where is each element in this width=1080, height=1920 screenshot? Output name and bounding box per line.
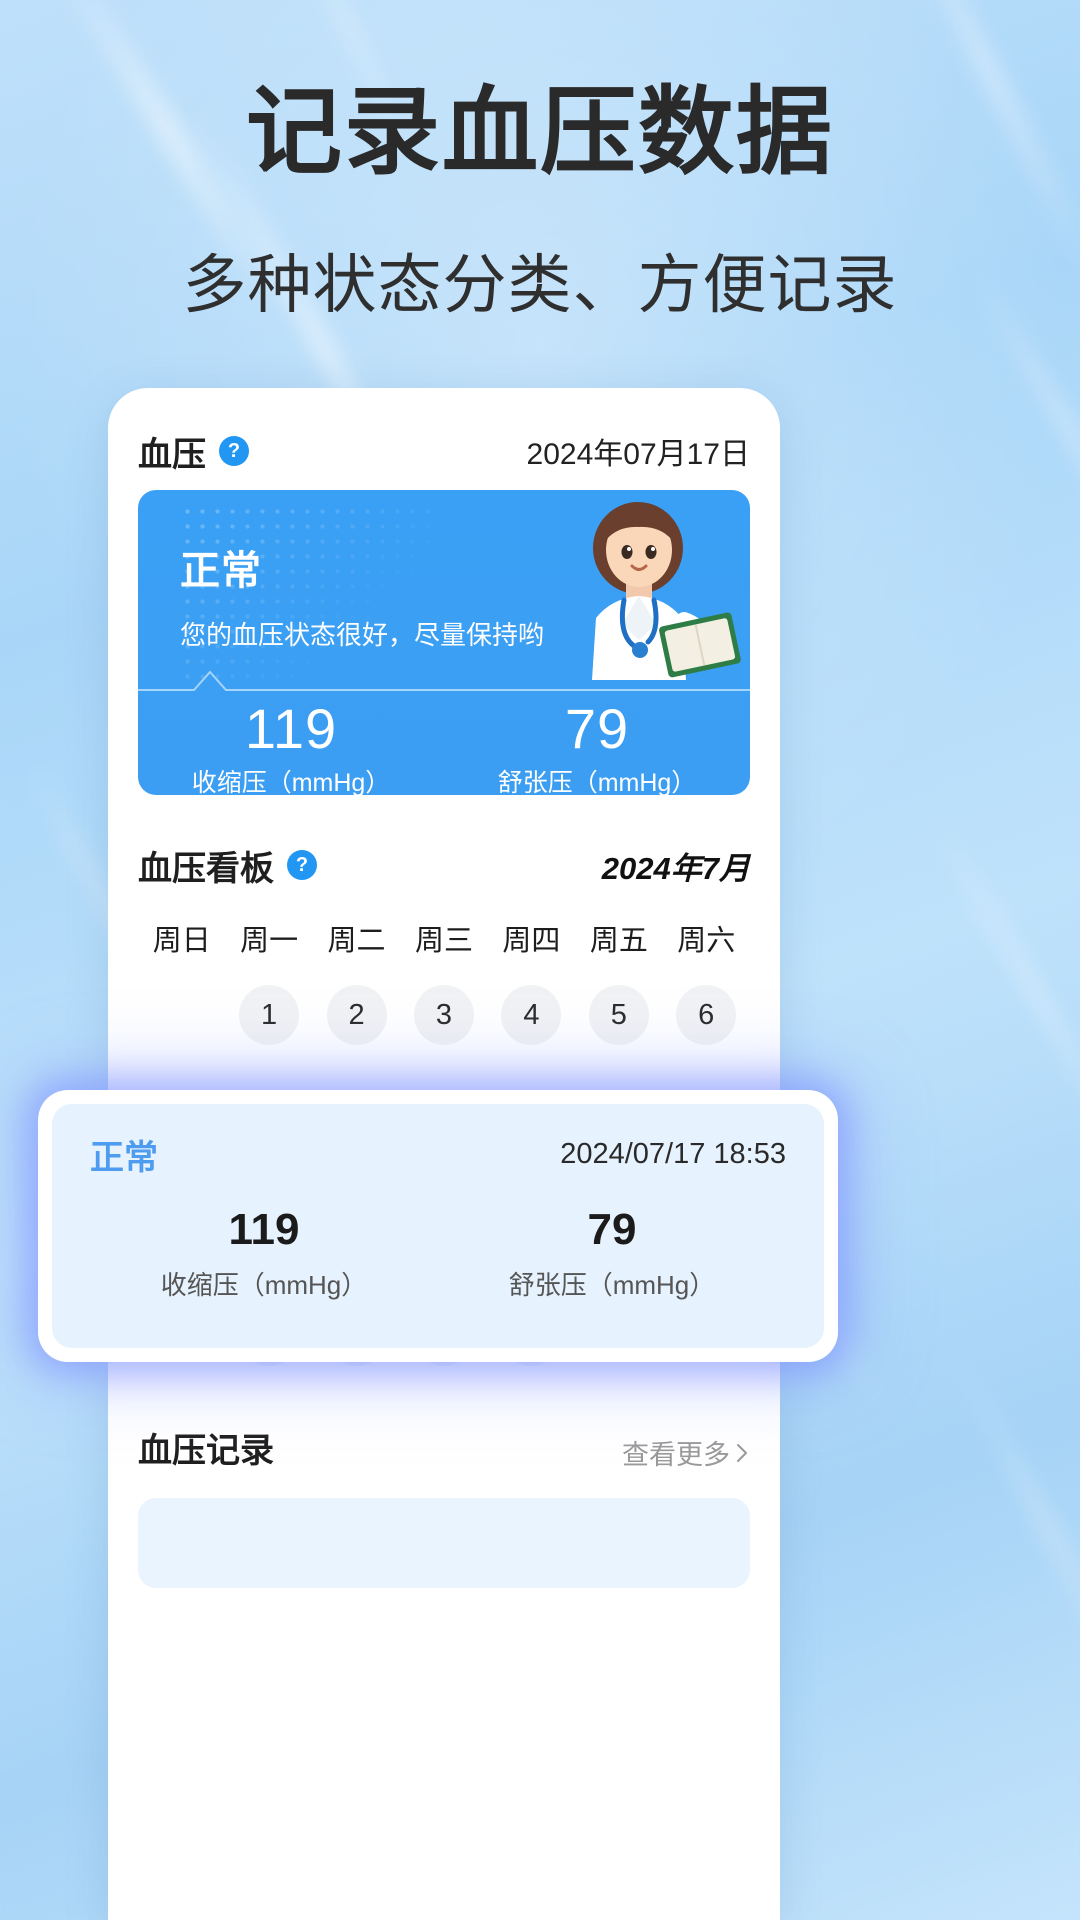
board-header: 血压看板 ? 2024年7月 xyxy=(138,835,750,895)
systolic-label: 收缩压（mmHg） xyxy=(191,768,391,795)
detail-systolic: 119 收缩压（mmHg） xyxy=(90,1205,438,1302)
calendar-day-cell[interactable]: 3 xyxy=(413,985,474,1045)
bp-status-card[interactable]: 正常 您的血压状态很好，尽量保持哟 119 收缩压（mmHg） 79 舒张压（m… xyxy=(138,490,750,795)
calendar-day-cell[interactable]: 2 xyxy=(326,985,387,1045)
detail-diastolic: 79 舒张压（mmHg） xyxy=(438,1205,786,1302)
record-section-header: 血压记录 查看更多 xyxy=(138,1423,750,1472)
diastolic-value: 79 xyxy=(564,697,630,760)
bp-status-message: 您的血压状态很好，尽量保持哟 xyxy=(180,620,545,650)
weekday-label: 周二 xyxy=(327,925,386,957)
bp-readings: 119 收缩压（mmHg） 79 舒张压（mmHg） xyxy=(138,697,750,795)
bp-status-label: 正常 xyxy=(180,549,262,593)
weekday-label: 周三 xyxy=(414,925,473,957)
question-mark-icon[interactable]: ? xyxy=(287,850,317,880)
detail-readings: 119 收缩压（mmHg） 79 舒张压（mmHg） xyxy=(90,1205,786,1302)
weekday-label: 周五 xyxy=(589,925,648,957)
view-more-label: 查看更多 xyxy=(622,1440,730,1470)
record-title: 血压记录 xyxy=(138,1432,274,1470)
record-list-item[interactable] xyxy=(138,1498,750,1588)
question-mark-icon[interactable]: ? xyxy=(219,436,249,466)
board-title: 血压看板 xyxy=(138,849,274,888)
highlighted-reading-card[interactable]: 正常 2024/07/17 18:53 119 收缩压（mmHg） 79 舒张压… xyxy=(38,1090,838,1362)
bp-card-header: 血压 ? 2024年07月17日 xyxy=(138,388,750,480)
doctor-illustration xyxy=(592,502,741,680)
bp-card-title: 血压 xyxy=(138,435,206,474)
detail-card-header: 正常 2024/07/17 18:53 xyxy=(90,1130,786,1179)
weekday-label: 周日 xyxy=(152,925,211,957)
calendar-day-cell[interactable]: 1 xyxy=(239,985,300,1045)
promo-headline: 记录血压数据 xyxy=(246,79,834,186)
promo-subheadline: 多种状态分类、方便记录 xyxy=(182,249,898,321)
systolic-value: 119 xyxy=(244,697,338,760)
calendar-day-cell[interactable]: 5 xyxy=(588,985,649,1045)
chevron-right-icon xyxy=(737,1443,747,1462)
systolic-reading: 119 收缩压（mmHg） xyxy=(138,697,444,795)
view-more-button[interactable]: 查看更多 xyxy=(622,1433,750,1472)
calendar-weekday-header: 周日 周一 周二 周三 周四 周五 周六 xyxy=(138,917,750,959)
detail-diastolic-label: 舒张压（mmHg） xyxy=(508,1270,716,1300)
weekday-label: 周四 xyxy=(502,925,561,957)
calendar-week-row: 1 2 3 4 5 6 xyxy=(138,985,750,1050)
detail-systolic-value: 119 xyxy=(228,1205,300,1254)
detail-status-badge: 正常 xyxy=(90,1139,158,1177)
diastolic-reading: 79 舒张压（mmHg） xyxy=(444,697,750,795)
weekday-label: 周六 xyxy=(677,925,736,957)
heartbeat-divider-icon xyxy=(138,670,750,691)
weekday-label: 周一 xyxy=(240,925,299,957)
calendar-day-cell[interactable]: 6 xyxy=(676,985,737,1045)
detail-timestamp: 2024/07/17 18:53 xyxy=(560,1138,786,1170)
detail-diastolic-value: 79 xyxy=(587,1205,637,1254)
calendar-day-cell[interactable]: 4 xyxy=(501,985,562,1045)
bp-card-date[interactable]: 2024年07月17日 xyxy=(527,429,750,473)
board-month[interactable]: 2024年7月 xyxy=(602,843,750,888)
diastolic-label: 舒张压（mmHg） xyxy=(497,768,697,795)
detail-systolic-label: 收缩压（mmHg） xyxy=(160,1270,368,1300)
